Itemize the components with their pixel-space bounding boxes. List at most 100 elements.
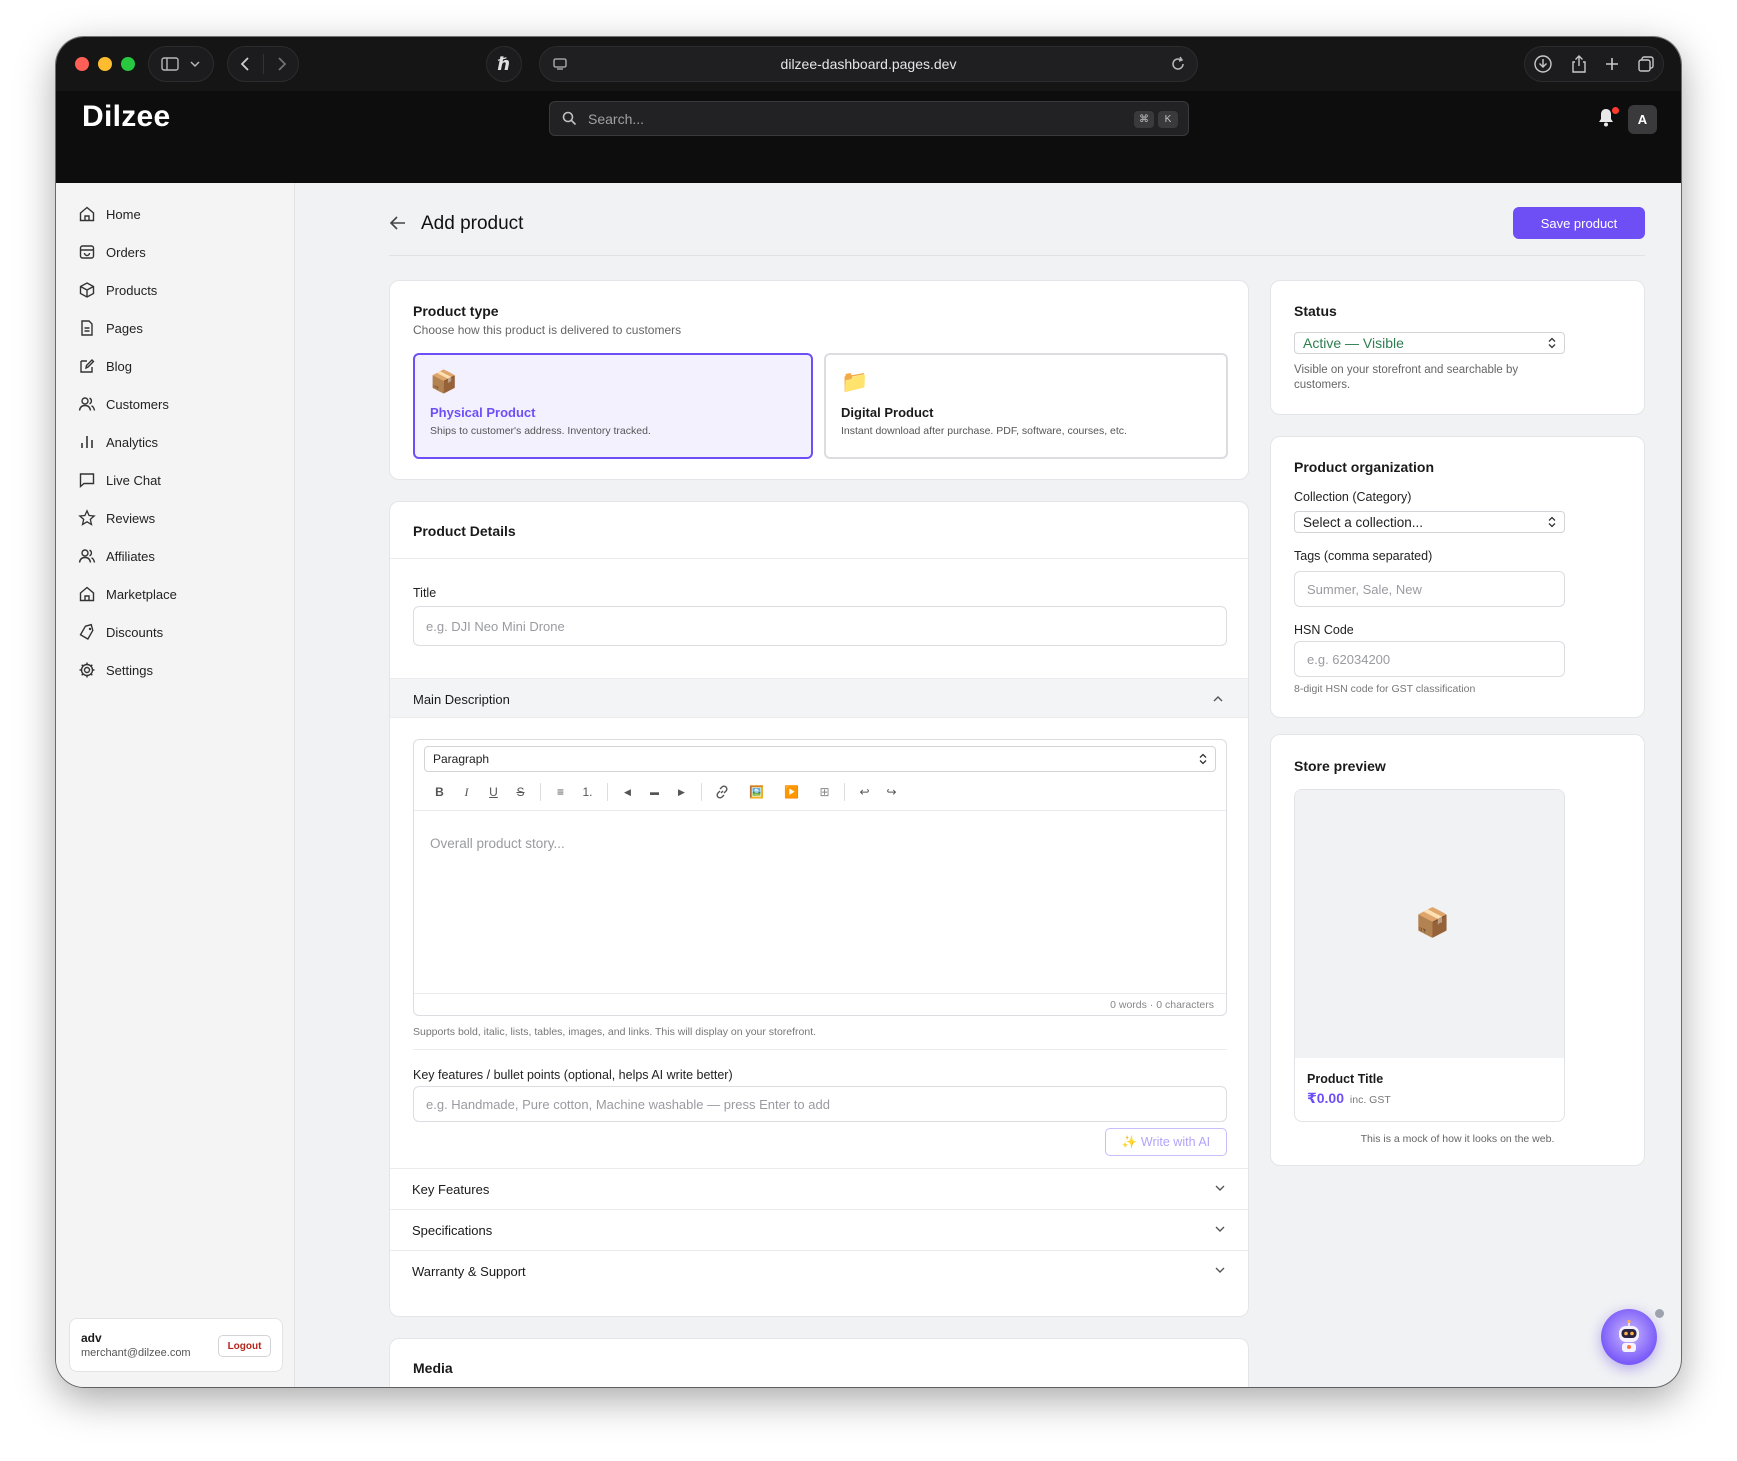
ai-assistant-button[interactable] [1601, 1309, 1657, 1365]
specifications-section[interactable]: Specifications [390, 1209, 1248, 1249]
preview-product-card: 📦 Product Title ₹0.00 inc. GST [1294, 789, 1565, 1122]
zoom-window-button[interactable] [121, 57, 135, 71]
sidebar-item-orders[interactable]: Orders [78, 237, 146, 267]
key-features-section[interactable]: Key Features [390, 1168, 1248, 1208]
search-input[interactable]: Search... ⌘ K [549, 101, 1189, 136]
marketplace-icon [79, 586, 95, 602]
editor-hint: Supports bold, italic, lists, tables, im… [413, 1026, 817, 1038]
sidebar-item-label: Marketplace [106, 586, 177, 602]
tabs-overview-icon[interactable] [1637, 55, 1655, 73]
back-arrow-icon[interactable] [389, 215, 407, 231]
sidebar-item-label: Live Chat [106, 472, 161, 488]
page-info-icon[interactable] [552, 56, 568, 72]
bullets-label: Key features / bullet points (optional, … [413, 1068, 733, 1082]
media-card: Media [389, 1338, 1249, 1387]
preview-price-value: ₹0.00 [1307, 1090, 1344, 1106]
align-left-button[interactable]: ◀ [614, 779, 641, 805]
sidebar-item-pages[interactable]: Pages [78, 313, 143, 343]
strike-button[interactable]: S [507, 779, 534, 805]
minimize-window-button[interactable] [98, 57, 112, 71]
sidebar-item-analytics[interactable]: Analytics [78, 427, 158, 457]
avatar[interactable]: A [1628, 105, 1657, 134]
sidebar-item-products[interactable]: Products [78, 275, 157, 305]
warranty-section[interactable]: Warranty & Support [390, 1250, 1248, 1290]
reload-icon[interactable] [1169, 55, 1187, 73]
align-right-button[interactable]: ▶ [668, 779, 695, 805]
select-arrows-icon [1548, 337, 1556, 349]
italic-button[interactable]: I [453, 779, 480, 805]
analytics-icon [81, 436, 93, 448]
physical-product-option[interactable]: 📦 Physical Product Ships to customer's a… [413, 353, 813, 459]
save-product-button[interactable]: Save product [1513, 207, 1645, 239]
search-placeholder: Search... [588, 110, 645, 127]
bullets-input[interactable]: e.g. Handmade, Pure cotton, Machine wash… [413, 1086, 1227, 1122]
product-details-title: Product Details [413, 523, 516, 539]
link-button[interactable] [708, 779, 735, 805]
address-bar[interactable]: dilzee-dashboard.pages.dev [539, 46, 1198, 82]
main-content: Add product Save product Product type Ch… [296, 183, 1681, 1387]
status-value: Active — Visible [1303, 335, 1404, 351]
browser-window: ℏ dilzee-dashboard.pages.dev Dilzee Sear… [56, 37, 1681, 1387]
sidebar-item-live-chat[interactable]: Live Chat [78, 465, 161, 495]
back-icon[interactable] [239, 57, 251, 71]
sidebar-item-discounts[interactable]: Discounts [78, 617, 163, 647]
hsn-placeholder: e.g. 62034200 [1307, 651, 1391, 667]
title-input[interactable]: e.g. DJI Neo Mini Drone [413, 606, 1227, 646]
underline-button[interactable]: U [480, 779, 507, 805]
chevron-down-icon [190, 61, 200, 68]
sidebar-item-label: Affiliates [106, 548, 155, 564]
bold-button[interactable]: B [426, 779, 453, 805]
user-card: adv merchant@dilzee.com Logout [69, 1318, 283, 1372]
write-with-ai-button[interactable]: ✨ Write with AI [1105, 1128, 1227, 1156]
product-type-card: Product type Choose how this product is … [389, 280, 1249, 480]
folder-icon: 📁 [841, 369, 869, 394]
browser-chrome: ℏ dilzee-dashboard.pages.dev [56, 37, 1681, 91]
new-tab-icon[interactable] [1604, 56, 1620, 72]
redo-button[interactable]: ↪ [878, 779, 905, 805]
nav-buttons [227, 46, 299, 82]
table-button[interactable]: ⊞ [811, 779, 838, 805]
bullet-list-button[interactable]: ≡ [547, 779, 574, 805]
app-logo[interactable]: Dilzee [82, 100, 171, 134]
preview-price-note: inc. GST [1349, 1094, 1391, 1106]
pages-icon [81, 320, 93, 336]
toolbar-separator [844, 783, 845, 801]
video-button[interactable]: ▶️ [778, 779, 805, 805]
editor-placeholder[interactable]: Overall product story... [430, 836, 565, 851]
sidebar-item-reviews[interactable]: Reviews [78, 503, 155, 533]
preview-image-area: 📦 [1295, 790, 1564, 1058]
preview-product-title: Product Title [1307, 1072, 1384, 1086]
image-button[interactable]: 🖼️ [743, 779, 770, 805]
extension-button[interactable]: ℏ [486, 46, 522, 82]
forward-icon[interactable] [276, 57, 288, 71]
numbered-list-button[interactable]: 1. [574, 779, 601, 805]
collection-select[interactable]: Select a collection... [1294, 511, 1565, 533]
toolbar-actions [1524, 46, 1664, 82]
affiliates-icon [78, 549, 96, 563]
paragraph-select[interactable]: Paragraph [424, 746, 1216, 772]
share-icon[interactable] [1570, 54, 1588, 74]
align-center-button[interactable]: ▬ [641, 779, 668, 805]
download-icon[interactable] [1533, 54, 1553, 74]
hsn-input[interactable]: e.g. 62034200 [1294, 641, 1565, 677]
logout-button[interactable]: Logout [218, 1335, 271, 1357]
sidebar-item-home[interactable]: Home [78, 199, 141, 229]
sidebar-item-blog[interactable]: Blog [78, 351, 132, 381]
divider [414, 810, 1226, 811]
digital-product-option[interactable]: 📁 Digital Product Instant download after… [824, 353, 1228, 459]
tags-input[interactable]: Summer, Sale, New [1294, 571, 1565, 607]
status-select[interactable]: Active — Visible [1294, 332, 1565, 354]
sidebar-item-settings[interactable]: Settings [78, 655, 153, 685]
sidebar-item-marketplace[interactable]: Marketplace [78, 579, 177, 609]
undo-button[interactable]: ↩ [851, 779, 878, 805]
sidebar-item-label: Customers [106, 396, 169, 412]
sidebar-item-customers[interactable]: Customers [78, 389, 169, 419]
sidebar-toggle-button[interactable] [148, 46, 214, 82]
sidebar-item-affiliates[interactable]: Affiliates [78, 541, 155, 571]
title-label: Title [413, 586, 437, 600]
hsn-hint: 8-digit HSN code for GST classification [1294, 683, 1476, 695]
product-details-card: Product Details Title e.g. DJI Neo Mini … [389, 501, 1249, 1317]
main-description-header[interactable]: Main Description [390, 678, 1248, 718]
close-window-button[interactable] [75, 57, 89, 71]
store-preview-title: Store preview [1294, 758, 1386, 774]
